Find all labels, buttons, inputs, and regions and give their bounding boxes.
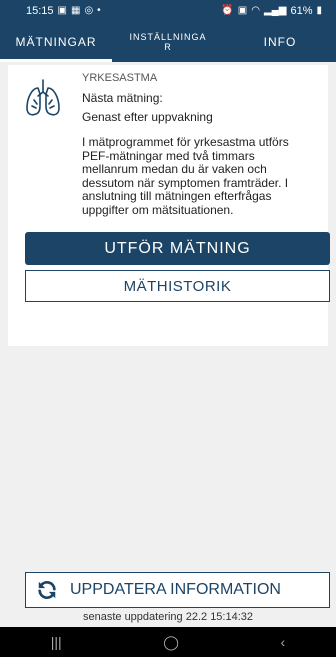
battery-percent: 61% [290, 5, 313, 17]
program-title: YRKESASTMA [82, 72, 158, 84]
wifi-icon: ◠ [251, 5, 260, 16]
recents-button[interactable]: ||| [51, 634, 62, 650]
last-update-text: senaste uppdatering 22.2 15:14:32 [82, 611, 254, 623]
system-nav-bar: ||| ◯ ‹ [0, 627, 336, 657]
battery-icon: ▮ [316, 5, 322, 16]
tab-settings-label-line2: R [164, 42, 172, 52]
signal-icon: ▂▄▆ [263, 5, 287, 16]
perform-measurement-label: UTFÖR MÄTNING [104, 239, 251, 257]
lungs-icon [26, 79, 60, 116]
status-time: 15:15 [26, 5, 54, 17]
perform-measurement-button[interactable]: UTFÖR MÄTNING [25, 232, 330, 265]
update-information-button[interactable]: UPPDATERA INFORMATION [25, 572, 330, 608]
alarm-icon: ⏰ [221, 5, 234, 16]
tab-info[interactable]: INFO [224, 22, 336, 62]
whatsapp-icon: ◎ [84, 5, 94, 16]
next-measurement-value: Genast efter uppvakning [82, 110, 213, 124]
status-bar: 15:15 ▣ ▦ ◎ • ⏰ ▣ ◠ ▂▄▆ 61% ▮ [0, 0, 336, 22]
status-bar-left: 15:15 ▣ ▦ ◎ • [26, 5, 101, 17]
refresh-icon [38, 580, 56, 600]
program-description: I mätprogrammet för yrkesastma utförs PE… [82, 135, 289, 217]
notification-icon: ▣ [237, 5, 248, 16]
next-measurement-label: Nästa mätning: [82, 91, 163, 105]
dot-icon: • [97, 5, 101, 16]
tab-measurements[interactable]: MÄTNINGAR [0, 22, 112, 62]
status-bar-right: ⏰ ▣ ◠ ▂▄▆ 61% ▮ [221, 5, 322, 17]
calendar-icon: ▦ [70, 5, 81, 16]
tab-info-label: INFO [263, 35, 297, 49]
tab-bar: MÄTNINGAR INSTÄLLNINGA R INFO [0, 22, 336, 62]
back-button[interactable]: ‹ [281, 634, 286, 650]
tab-settings[interactable]: INSTÄLLNINGA R [112, 22, 224, 62]
image-icon: ▣ [57, 5, 67, 16]
tab-settings-label-line1: INSTÄLLNINGA [129, 32, 207, 42]
measurement-history-button[interactable]: MÄTHISTORIK [25, 270, 330, 302]
tab-measurements-label: MÄTNINGAR [15, 35, 97, 49]
measurement-history-label: MÄTHISTORIK [123, 277, 232, 295]
update-information-label: UPPDATERA INFORMATION [70, 581, 281, 598]
home-button[interactable]: ◯ [163, 634, 179, 651]
